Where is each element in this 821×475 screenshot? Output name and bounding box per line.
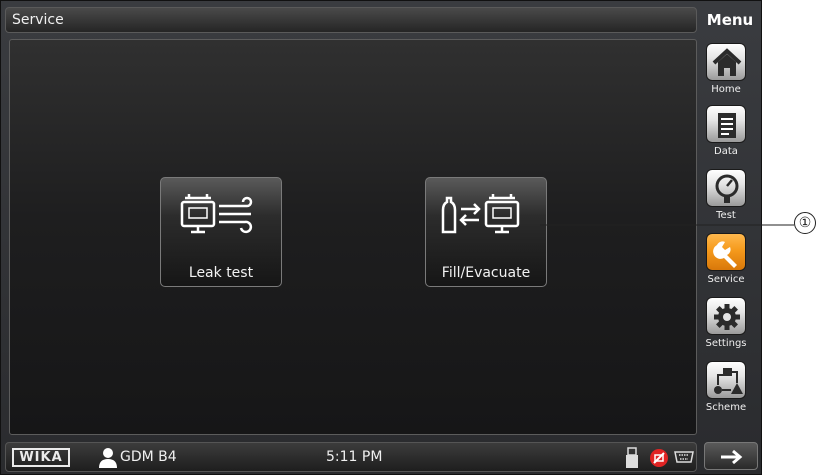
sidebar-item-service[interactable]: Service [701, 229, 759, 289]
device-screen: Service Menu Leak test Fill/Evacuate Hom… [0, 0, 762, 475]
leak-test-icon [180, 194, 253, 234]
callout-number: ① [794, 212, 816, 234]
sidebar-label-scheme: Scheme [705, 402, 747, 413]
menu-sidebar: Home Data Test Service Settings Scheme [701, 39, 759, 435]
title-bar: Service [5, 7, 697, 33]
wrench-icon [713, 241, 737, 268]
service-button-face [706, 233, 746, 271]
error-icon [650, 449, 668, 467]
document-icon [718, 113, 736, 138]
leak-test-label: Leak test [188, 265, 254, 281]
fill-evacuate-label: Fill/Evacuate [441, 265, 531, 281]
wika-logo: WIKA [12, 448, 70, 467]
sidebar-label-test: Test [716, 210, 736, 221]
test-button-face [706, 169, 746, 207]
main-panel: Leak test Fill/Evacuate [9, 39, 697, 435]
status-bar: WIKA GDM B4 5:11 PM [5, 442, 697, 472]
sidebar-item-test[interactable]: Test [701, 165, 759, 225]
scheme-button-face [706, 361, 746, 399]
sidebar-item-home[interactable]: Home [701, 39, 759, 99]
user-name: GDM B4 [120, 449, 177, 465]
settings-button-face [706, 297, 746, 335]
next-button[interactable] [704, 442, 758, 470]
usb-icon [626, 447, 638, 468]
user-icon [99, 448, 117, 468]
gear-icon [714, 304, 740, 330]
page-title: Service [12, 12, 64, 28]
fill-evacuate-icon [441, 194, 520, 234]
callout-line [540, 224, 794, 226]
menu-title: Menu [706, 11, 754, 29]
gauge-icon [715, 174, 739, 203]
leak-test-button[interactable]: Leak test [160, 177, 282, 287]
sidebar-label-settings: Settings [705, 338, 747, 349]
home-icon [712, 48, 742, 76]
sidebar-item-data[interactable]: Data [701, 101, 759, 161]
data-button-face [706, 105, 746, 143]
sidebar-item-scheme[interactable]: Scheme [701, 357, 759, 417]
sidebar-item-settings[interactable]: Settings [701, 293, 759, 353]
arrow-right-icon [721, 449, 743, 465]
scheme-icon [714, 368, 743, 394]
sidebar-label-service: Service [707, 274, 745, 285]
sidebar-label-data: Data [714, 146, 738, 157]
serial-port-icon [674, 451, 694, 463]
sidebar-label-home: Home [711, 84, 741, 95]
fill-evacuate-button[interactable]: Fill/Evacuate [425, 177, 547, 287]
home-button-face [706, 43, 746, 81]
clock: 5:11 PM [326, 449, 383, 465]
